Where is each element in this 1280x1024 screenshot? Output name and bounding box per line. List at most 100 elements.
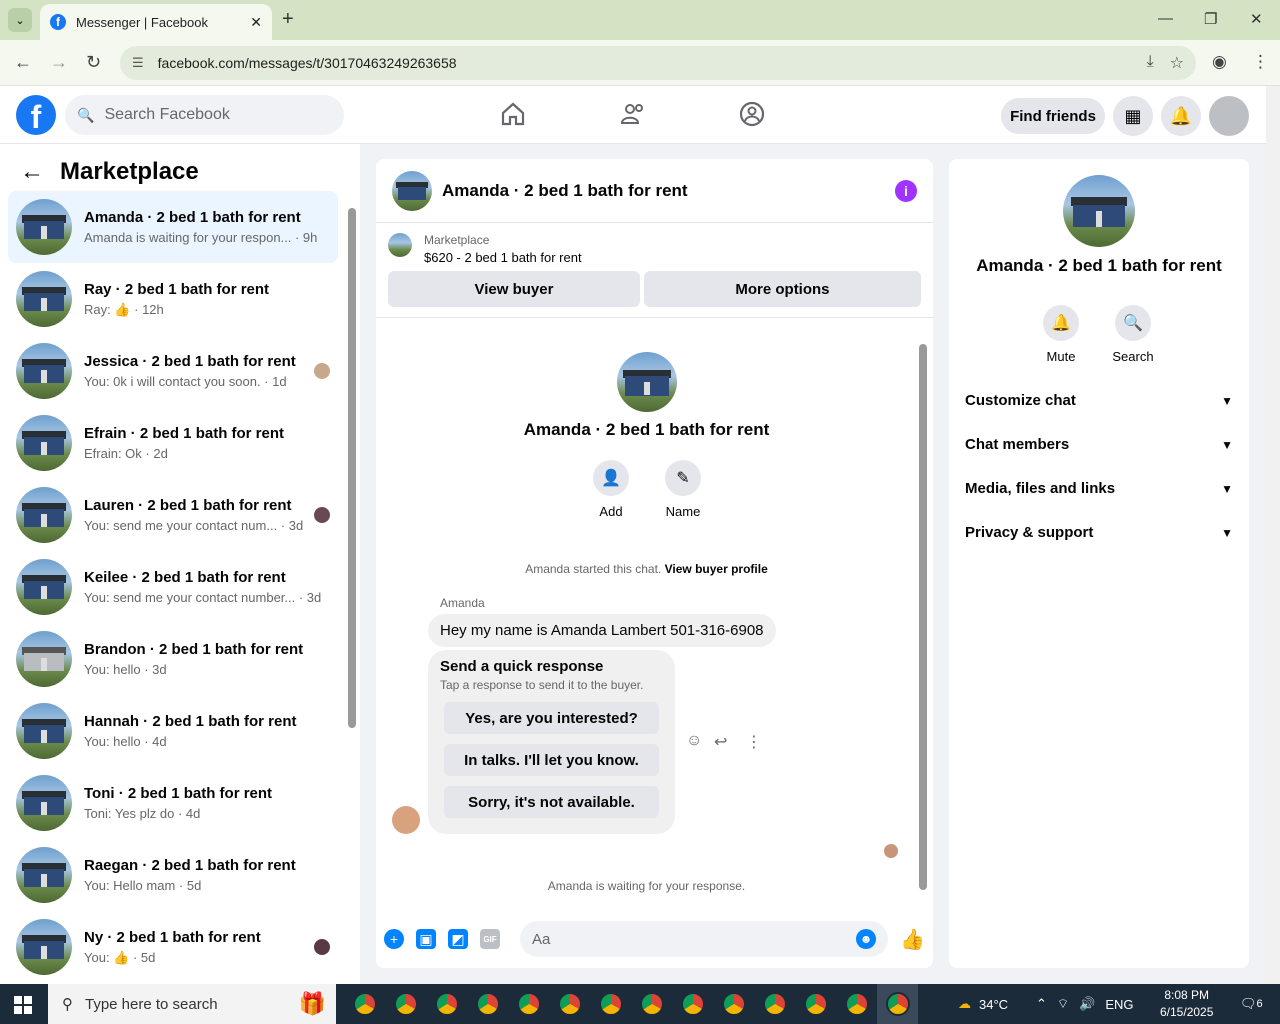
chrome-icon[interactable] [426, 984, 467, 1024]
windows-start-icon[interactable] [14, 996, 32, 1014]
scrollbar-thumb[interactable] [348, 208, 356, 728]
chrome-icon[interactable] [795, 984, 836, 1024]
message-input[interactable]: Aa ☻ [520, 921, 889, 957]
chrome-icon[interactable] [385, 984, 426, 1024]
list-item[interactable]: Hannah · 2 bed 1 bath for rent You: hello… [8, 695, 338, 767]
photo-icon[interactable]: ▣ [416, 929, 436, 949]
chat-avatar[interactable] [392, 170, 432, 211]
listing-title[interactable]: $620 - 2 bed 1 bath for rent [424, 250, 582, 265]
list-item[interactable]: Ray · 2 bed 1 bath for rent Ray: 👍 · 12h [8, 263, 338, 335]
list-item[interactable]: Jessica · 2 bed 1 bath for rent You: 0k i… [8, 335, 338, 407]
listing-thumbnail [16, 919, 72, 975]
view-buyer-profile-link[interactable]: View buyer profile [665, 562, 768, 576]
section-label: Privacy & support [965, 524, 1094, 541]
chrome-icon[interactable] [631, 984, 672, 1024]
back-arrow-icon[interactable]: ← [20, 158, 44, 186]
list-item[interactable]: Efrain · 2 bed 1 bath for rent Efrain: Ok… [8, 407, 338, 479]
chrome-icon[interactable] [877, 984, 918, 1024]
chrome-icon[interactable] [672, 984, 713, 1024]
page-scrollbar[interactable] [1266, 86, 1280, 984]
profile-icon[interactable]: ◉ [1212, 52, 1227, 72]
thumbs-up-icon[interactable]: 👍 [900, 927, 925, 952]
conversation-sidebar: ← Marketplace Amanda · 2 bed 1 bath for … [0, 144, 360, 984]
reply-icon[interactable]: ↩ [714, 732, 727, 752]
list-item[interactable]: Lauren · 2 bed 1 bath for rent You: send … [8, 479, 338, 551]
more-options-button[interactable]: More options [643, 271, 921, 307]
bookmark-star-icon[interactable]: ☆ [1170, 53, 1184, 73]
list-item[interactable]: Ny · 2 bed 1 bath for rent You: 👍 · 5d [8, 911, 338, 983]
browser-menu-icon[interactable]: ⋮ [1252, 52, 1269, 72]
chat-title[interactable]: Amanda · 2 bed 1 bath for rent [442, 181, 688, 201]
more-icon[interactable]: ⋮ [746, 732, 762, 752]
new-tab-button[interactable]: + [282, 8, 294, 31]
info-icon[interactable]: i [895, 179, 917, 202]
customize-chat-section[interactable]: Customize chat ▼ [965, 392, 1233, 409]
groups-icon[interactable] [738, 100, 766, 128]
quick-response-option[interactable]: Yes, are you interested? [444, 702, 659, 734]
minimize-icon[interactable]: — [1158, 10, 1173, 27]
quick-response-option[interactable]: In talks. I'll let you know. [444, 744, 659, 776]
list-item[interactable]: Toni · 2 bed 1 bath for rent Toni: Yes pl… [8, 767, 338, 839]
list-item[interactable]: Amanda · 2 bed 1 bath for rent Amanda is … [8, 191, 338, 263]
media-section[interactable]: Media, files and links ▼ [965, 480, 1233, 497]
friends-icon[interactable] [619, 100, 647, 128]
list-item[interactable]: Raegan · 2 bed 1 bath for rent You: Hello… [8, 839, 338, 911]
chrome-icon[interactable] [836, 984, 877, 1024]
sender-avatar[interactable] [392, 806, 420, 834]
menu-grid-icon[interactable]: ▦ [1113, 96, 1153, 136]
sticker-icon[interactable]: ◩ [448, 929, 468, 949]
emoji-icon[interactable]: ☻ [856, 929, 877, 949]
listing-thumbnail [16, 415, 72, 471]
chevron-up-icon[interactable]: ⌃ [1036, 996, 1047, 1012]
notifications-bell-icon[interactable]: 🔔 [1161, 96, 1201, 136]
plus-icon[interactable]: + [384, 929, 404, 949]
quick-response-option[interactable]: Sorry, it's not available. [444, 786, 659, 818]
chrome-icon[interactable] [549, 984, 590, 1024]
taskbar-clock[interactable]: 8:08 PM 6/15/2025 [1160, 987, 1213, 1021]
chrome-icon[interactable] [344, 984, 385, 1024]
close-tab-icon[interactable]: ✕ [250, 14, 262, 31]
list-item[interactable]: Keilee · 2 bed 1 bath for rent You: send … [8, 551, 338, 623]
home-icon[interactable] [499, 100, 527, 128]
chat-members-section[interactable]: Chat members ▼ [965, 436, 1233, 453]
message-bubble[interactable]: Hey my name is Amanda Lambert 501-316-69… [428, 614, 776, 647]
facebook-logo-icon[interactable]: f [16, 95, 56, 135]
restore-icon[interactable]: ❐ [1204, 10, 1217, 28]
chrome-icon[interactable] [467, 984, 508, 1024]
url-field[interactable]: ☰ facebook.com/messages/t/30170463249263… [120, 46, 1196, 80]
chrome-icon[interactable] [590, 984, 631, 1024]
privacy-section[interactable]: Privacy & support ▼ [965, 524, 1233, 541]
name-button[interactable]: ✎ Name [653, 460, 713, 519]
conversation-name: Hannah · 2 bed 1 bath for rent [84, 713, 297, 730]
forward-icon[interactable]: → [50, 52, 68, 73]
tab-search-dropdown[interactable]: ⌄ [8, 8, 32, 32]
react-icon[interactable]: ☺ [686, 732, 702, 750]
gif-icon[interactable]: GIF [480, 929, 500, 949]
taskbar-search-input[interactable]: ⚲ Type here to search 🎁 [48, 984, 336, 1024]
browser-tab[interactable]: f Messenger | Facebook ✕ [40, 4, 272, 40]
scrollbar-thumb[interactable] [919, 344, 927, 890]
sidebar-scrollbar[interactable] [346, 194, 358, 974]
search-chat-button[interactable]: 🔍 Search [1103, 305, 1163, 364]
chrome-icon[interactable] [754, 984, 795, 1024]
view-buyer-button[interactable]: View buyer [388, 271, 640, 307]
add-button[interactable]: 👤 Add [581, 460, 641, 519]
volume-icon[interactable]: 🔊 [1079, 996, 1095, 1012]
chat-scrollbar[interactable] [917, 324, 929, 904]
close-window-icon[interactable]: ✕ [1250, 10, 1263, 28]
find-friends-button[interactable]: Find friends [1001, 98, 1105, 134]
reload-icon[interactable]: ↻ [86, 52, 101, 73]
notification-center[interactable]: 🗨 6 [1240, 984, 1263, 1024]
avatar[interactable] [1209, 96, 1249, 136]
language-indicator[interactable]: ENG [1105, 997, 1133, 1012]
chrome-icon[interactable] [508, 984, 549, 1024]
install-app-icon[interactable]: ⤓ [1147, 53, 1154, 73]
chrome-icon[interactable] [713, 984, 754, 1024]
back-icon[interactable]: ← [14, 52, 32, 73]
mute-button[interactable]: 🔔 Mute [1031, 305, 1091, 364]
weather-widget[interactable]: ☁ 34°C [958, 984, 1008, 1024]
site-info-icon[interactable]: ☰ [132, 55, 144, 71]
facebook-search-input[interactable]: 🔍 Search Facebook [65, 95, 344, 135]
network-icon[interactable]: ⌔ [1057, 996, 1069, 1012]
list-item[interactable]: Brandon · 2 bed 1 bath for rent You: hell… [8, 623, 338, 695]
